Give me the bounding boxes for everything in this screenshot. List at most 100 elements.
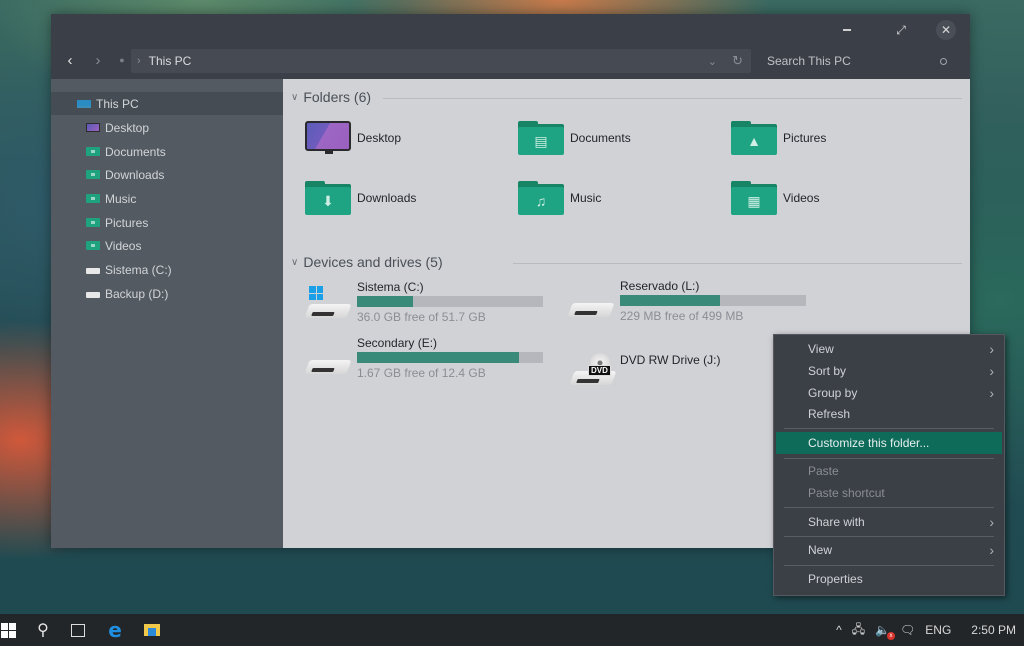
drive-dvd-rw-j[interactable]: DVD DVD RW Drive (J:) — [569, 353, 752, 397]
downloads-folder-icon: ⬇ — [305, 181, 351, 215]
search-icon: ⚲ — [37, 622, 49, 639]
language-indicator[interactable]: ENG — [925, 623, 951, 637]
sidebar-item-backup-d[interactable]: Backup (D:) — [51, 282, 283, 305]
downloads-folder-icon — [86, 170, 100, 179]
sidebar-item-label: Videos — [105, 238, 142, 253]
menu-separator — [784, 458, 994, 459]
minimize-button[interactable] — [837, 20, 857, 40]
chevron-down-icon: ∨ — [291, 91, 299, 103]
folder-music[interactable]: ♫ Music — [518, 178, 601, 218]
sidebar-item-this-pc[interactable]: This PC — [51, 92, 283, 115]
file-explorer-button[interactable] — [134, 614, 170, 646]
address-dropdown-button[interactable]: ⌄ — [708, 55, 717, 68]
close-button[interactable]: ✕ — [936, 20, 956, 40]
clock[interactable]: 2:50 PM — [971, 623, 1016, 637]
sidebar-item-label: Desktop — [105, 120, 150, 135]
search-icon — [940, 57, 947, 65]
recent-locations-button[interactable]: ● — [111, 48, 133, 72]
menu-separator — [784, 428, 994, 429]
sidebar-item-downloads[interactable]: Downloads — [51, 163, 283, 186]
forward-button[interactable]: › — [87, 48, 109, 72]
folder-downloads[interactable]: ⬇ Downloads — [305, 178, 416, 218]
menu-item-label: Group by — [808, 386, 858, 400]
folder-documents[interactable]: ▤ Documents — [518, 118, 631, 158]
menu-item-refresh[interactable]: Refresh — [776, 403, 1002, 425]
system-drive-icon — [304, 286, 352, 320]
menu-item-group-by[interactable]: Group by › — [776, 382, 1002, 404]
sidebar-item-music[interactable]: Music — [51, 187, 283, 210]
drive-name: Sistema (C:) — [357, 280, 424, 294]
breadcrumb-this-pc[interactable]: This PC — [149, 54, 192, 68]
menu-item-view[interactable]: View › — [776, 338, 1002, 360]
drive-sistema-c[interactable]: Sistema (C:) 36.0 GB free of 51.7 GB — [304, 280, 547, 324]
menu-item-new[interactable]: New › — [776, 539, 1002, 561]
menu-item-label: Share with — [808, 515, 865, 529]
menu-item-label: Refresh — [808, 407, 851, 421]
drive-reservado-l[interactable]: Reservado (L:) 229 MB free of 499 MB — [567, 279, 810, 323]
network-icon[interactable]: 🖧 — [852, 620, 865, 641]
sidebar-item-label: Downloads — [105, 167, 165, 182]
sidebar-item-label: Documents — [105, 144, 166, 159]
videos-folder-icon — [86, 241, 100, 250]
drive-name: Secondary (E:) — [357, 336, 438, 350]
pictures-folder-icon — [86, 218, 100, 227]
refresh-button[interactable]: ↻ — [732, 53, 743, 69]
edge-browser-button[interactable]: e — [97, 614, 133, 646]
menu-item-paste[interactable]: Paste — [776, 460, 1002, 482]
search-button[interactable]: ⚲ — [25, 614, 61, 646]
menu-separator — [784, 565, 994, 566]
address-bar[interactable]: › This PC ⌄ ↻ — [131, 49, 751, 73]
menu-item-share-with[interactable]: Share with › — [776, 511, 1002, 533]
folder-pictures[interactable]: ▲ Pictures — [731, 118, 826, 158]
section-title: Devices and drives (5) — [303, 254, 443, 270]
action-center-icon[interactable]: 🗨 — [900, 623, 915, 637]
folder-label: Videos — [783, 191, 820, 205]
menu-item-properties[interactable]: Properties — [776, 568, 1002, 590]
sidebar-item-sistema-c[interactable]: Sistema (C:) — [51, 258, 283, 281]
navigation-bar: ‹ › ● › This PC ⌄ ↻ Search This PC — [51, 48, 970, 76]
section-title: Folders (6) — [303, 89, 372, 105]
drive-free-space: 36.0 GB free of 51.7 GB — [357, 310, 486, 324]
section-divider — [383, 98, 962, 99]
section-divider — [513, 263, 962, 264]
menu-separator — [784, 536, 994, 537]
folder-desktop[interactable]: Desktop — [305, 118, 401, 158]
system-drive-icon — [86, 268, 100, 274]
menu-item-customize-folder[interactable]: Customize this folder... — [776, 432, 1002, 454]
folders-section-header[interactable]: ∨ Folders (6) — [291, 87, 371, 107]
folder-label: Pictures — [783, 131, 827, 145]
volume-icon[interactable]: 🔈 x — [875, 623, 896, 640]
windows-logo-icon — [309, 286, 323, 300]
sidebar-item-label: Music — [105, 191, 137, 206]
task-view-button[interactable] — [60, 614, 96, 646]
menu-item-label: Paste shortcut — [808, 486, 885, 500]
drive-usage-bar — [357, 352, 543, 363]
sidebar-item-pictures[interactable]: Pictures — [51, 211, 283, 234]
sidebar-item-label: This PC — [96, 96, 139, 111]
menu-item-label: View — [808, 342, 834, 356]
sidebar-item-videos[interactable]: Videos — [51, 234, 283, 257]
folder-videos[interactable]: ▦ Videos — [731, 178, 819, 218]
start-button[interactable] — [0, 614, 26, 646]
chevron-down-icon: ∨ — [291, 256, 299, 268]
menu-item-label: New — [808, 543, 833, 557]
search-input[interactable]: Search This PC — [757, 49, 961, 73]
drives-section-header[interactable]: ∨ Devices and drives (5) — [291, 252, 443, 272]
system-tray: ^ 🖧 🔈 x 🗨 ENG 2:50 PM — [836, 614, 1024, 646]
drive-name: DVD RW Drive (J:) — [620, 353, 721, 367]
folder-label: Music — [570, 191, 602, 205]
music-folder-icon: ♫ — [518, 181, 564, 215]
menu-item-sort-by[interactable]: Sort by › — [776, 360, 1002, 382]
back-button[interactable]: ‹ — [59, 48, 81, 72]
edge-icon: e — [108, 618, 122, 642]
videos-folder-icon: ▦ — [731, 181, 777, 215]
menu-item-paste-shortcut[interactable]: Paste shortcut — [776, 482, 1002, 504]
show-hidden-icons-button[interactable]: ^ — [836, 623, 842, 637]
drive-free-space: 1.67 GB free of 12.4 GB — [357, 366, 486, 380]
sidebar-item-documents[interactable]: Documents — [51, 140, 283, 163]
task-view-icon — [71, 623, 85, 637]
maximize-button[interactable]: ⤢ — [891, 20, 911, 40]
chevron-right-icon: › — [989, 385, 994, 401]
sidebar-item-desktop[interactable]: Desktop — [51, 116, 283, 139]
drive-secondary-e[interactable]: Secondary (E:) 1.67 GB free of 12.4 GB — [304, 336, 547, 380]
